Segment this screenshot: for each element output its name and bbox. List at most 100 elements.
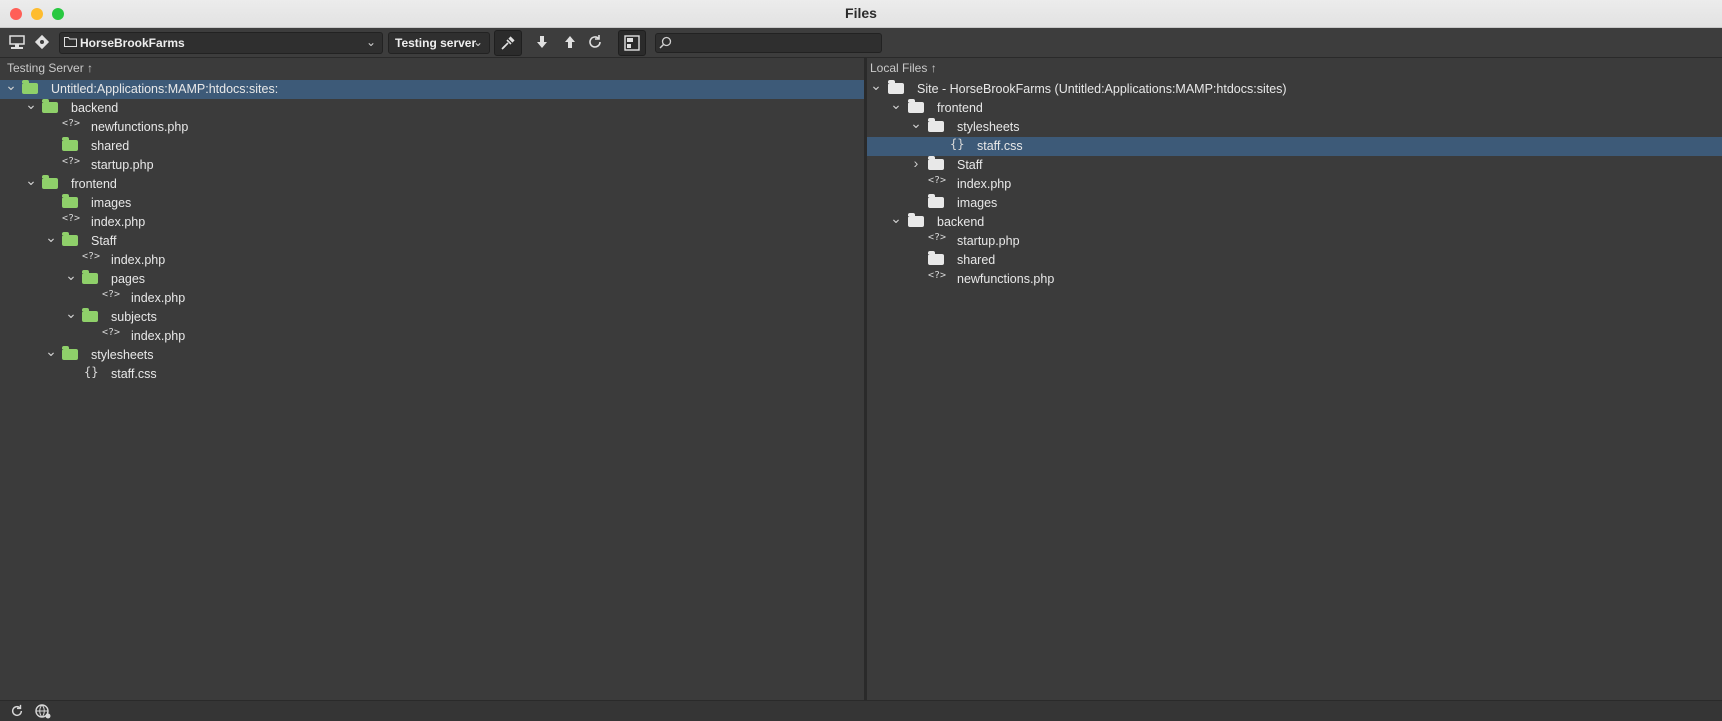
php-file-icon: <?>	[102, 327, 121, 338]
tree-file-row[interactable]: <?> index.php	[867, 175, 1722, 194]
git-icon[interactable]	[33, 33, 51, 51]
disclosure-open-icon[interactable]: ⌄	[890, 96, 902, 113]
tree-file-row[interactable]: {} staff.css	[0, 365, 864, 384]
tree-folder-row[interactable]: ⌄ stylesheets	[867, 115, 1722, 137]
disclosure-open-icon[interactable]: ⌄	[45, 229, 57, 246]
disclosure-open-icon[interactable]: ⌄	[25, 172, 37, 189]
tree-item-label: subjects	[111, 310, 157, 324]
tree-item-label: images	[957, 196, 998, 210]
tree-file-row[interactable]: {} staff.css	[867, 137, 1722, 156]
tree-item-label: pages	[111, 272, 146, 286]
folder-icon	[928, 251, 944, 265]
column-header-local-files[interactable]: Local Files ↑	[870, 61, 937, 75]
tree-folder-row[interactable]: ⌄ frontend	[867, 96, 1722, 118]
search-input[interactable]	[674, 35, 878, 51]
tree-item-label: newfunctions.php	[91, 120, 189, 134]
tree-folder-row[interactable]: ⌄ backend	[0, 96, 864, 118]
tree-item-label: Staff	[957, 158, 983, 172]
disclosure-closed-icon[interactable]: ›	[910, 155, 922, 171]
tree-folder-row[interactable]: ⌄ stylesheets	[0, 343, 864, 365]
network-icon[interactable]	[34, 703, 52, 719]
tree-file-row[interactable]: <?> newfunctions.php	[867, 270, 1722, 289]
disclosure-open-icon[interactable]: ⌄	[65, 267, 77, 284]
tree-item-label: frontend	[71, 177, 117, 191]
tree-file-row[interactable]: <?> startup.php	[867, 232, 1722, 251]
php-file-icon: <?>	[928, 232, 947, 243]
php-file-icon: <?>	[82, 251, 101, 262]
tree-folder-row[interactable]: ⌄ pages	[0, 267, 864, 289]
tree-item-label: frontend	[937, 101, 983, 115]
tree-file-row[interactable]: <?> startup.php	[0, 156, 864, 175]
tree-item-label: Untitled:Applications:MAMP:htdocs:sites:	[51, 82, 279, 96]
php-file-icon: <?>	[928, 270, 947, 281]
put-upload-icon[interactable]	[561, 33, 579, 51]
tree-folder-row[interactable]: ⌄ Staff	[0, 229, 864, 251]
disclosure-open-icon[interactable]: ⌄	[5, 77, 17, 94]
folder-icon	[62, 194, 78, 208]
disclosure-open-icon[interactable]: ⌄	[910, 115, 922, 132]
tree-folder-row[interactable]: ⌄ frontend	[0, 172, 864, 194]
expand-view-button[interactable]	[618, 30, 646, 56]
server-select-value: Testing server	[395, 36, 477, 50]
chevron-down-icon: ⌄	[472, 35, 483, 49]
tree-folder-row[interactable]: › Staff	[867, 155, 1722, 175]
toolbar: HorseBrookFarms ⌄ Testing server ⌄	[0, 28, 1722, 58]
tree-item-label: stylesheets	[91, 348, 154, 362]
tree-folder-row[interactable]: ⌄ subjects	[0, 305, 864, 327]
disclosure-open-icon[interactable]: ⌄	[870, 77, 882, 94]
tree-item-label: shared	[91, 139, 130, 153]
expand-view-icon	[624, 35, 640, 51]
folder-icon	[62, 232, 78, 246]
manage-sites-icon[interactable]	[8, 33, 26, 51]
tree-item-label: staff.css	[977, 139, 1023, 153]
tree-item-label: index.php	[111, 253, 166, 267]
tree-item-label: backend	[71, 101, 119, 115]
window-title: Files	[845, 5, 877, 21]
tree-file-row[interactable]: <?> index.php	[0, 327, 864, 346]
folder-icon	[908, 99, 924, 113]
folder-icon	[42, 175, 58, 189]
tree-folder-row[interactable]: shared	[0, 137, 864, 156]
chevron-down-icon: ⌄	[365, 35, 376, 49]
tree-file-row[interactable]: <?> newfunctions.php	[0, 118, 864, 137]
disclosure-open-icon[interactable]: ⌄	[65, 305, 77, 322]
search-box[interactable]	[655, 33, 882, 53]
tree-folder-row[interactable]: ⌄ Site - HorseBrookFarms (Untitled:Applic…	[867, 77, 1722, 99]
column-header-testing-server[interactable]: Testing Server ↑	[7, 61, 93, 75]
folder-icon	[42, 99, 58, 113]
connect-icon	[501, 36, 515, 50]
folder-icon	[62, 346, 78, 360]
refresh-icon[interactable]	[10, 704, 24, 718]
server-select[interactable]: Testing server ⌄	[388, 32, 490, 54]
tree-folder-row[interactable]: ⌄ backend	[867, 210, 1722, 232]
tree-folder-row[interactable]: images	[0, 194, 864, 213]
tree-item-label: backend	[937, 215, 985, 229]
folder-icon	[928, 194, 944, 208]
php-file-icon: <?>	[928, 175, 947, 186]
refresh-icon[interactable]	[586, 33, 604, 51]
php-file-icon: <?>	[62, 213, 81, 224]
get-download-icon[interactable]	[533, 33, 551, 51]
folder-icon	[22, 80, 38, 94]
tree-item-label: images	[91, 196, 132, 210]
tree-file-row[interactable]: <?> index.php	[0, 251, 864, 270]
tree-folder-row[interactable]: images	[867, 194, 1722, 213]
tree-item-label: staff.css	[111, 367, 157, 381]
disclosure-open-icon[interactable]: ⌄	[25, 96, 37, 113]
tree-folder-row[interactable]: shared	[867, 251, 1722, 270]
tree-file-row[interactable]: <?> index.php	[0, 289, 864, 308]
tree-item-label: Staff	[91, 234, 117, 248]
tree-file-row[interactable]: <?> index.php	[0, 213, 864, 232]
folder-icon	[928, 156, 944, 170]
folder-icon	[888, 80, 904, 94]
connect-button[interactable]	[494, 30, 522, 56]
disclosure-open-icon[interactable]: ⌄	[45, 343, 57, 360]
disclosure-open-icon[interactable]: ⌄	[890, 210, 902, 227]
local-files-panel: Local Files ↑ ⌄ Site - HorseBrookFarms (U…	[867, 58, 1722, 700]
css-file-icon: {}	[84, 365, 99, 379]
tree-item-label: Site - HorseBrookFarms (Untitled:Applica…	[917, 82, 1287, 96]
site-select[interactable]: HorseBrookFarms ⌄	[59, 32, 383, 54]
tree-item-label: stylesheets	[957, 120, 1020, 134]
tree-folder-row[interactable]: ⌄ Untitled:Applications:MAMP:htdocs:sites…	[0, 77, 864, 99]
title-bar: Files	[0, 0, 1722, 28]
